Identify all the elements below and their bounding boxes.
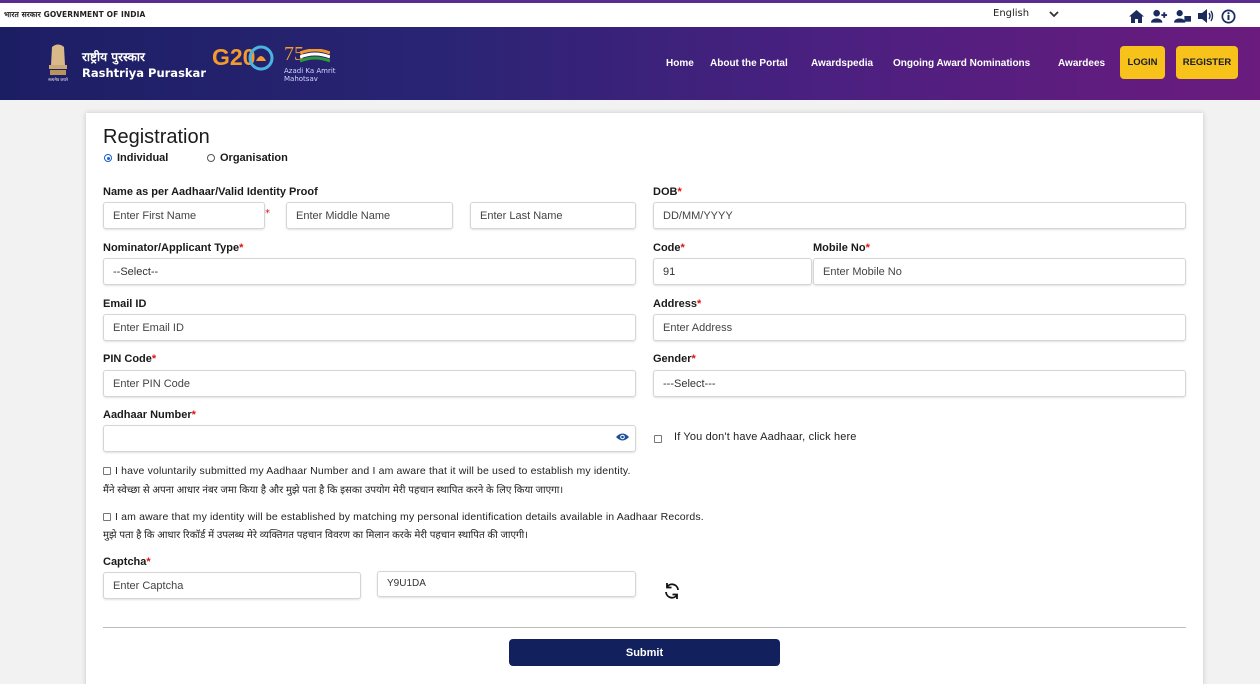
national-emblem-icon: सत्यमेव जयते: [48, 44, 69, 82]
aadhaar-input[interactable]: [103, 425, 636, 452]
consent-2-checkbox[interactable]: [103, 513, 111, 521]
brand-name-hindi: राष्ट्रीय पुरस्कार: [82, 50, 145, 64]
consent-2-hindi: मुझे पता है कि आधार रिकॉर्ड में उपलब्ध म…: [103, 530, 529, 541]
language-select[interactable]: English: [993, 8, 1029, 19]
address-input[interactable]: Enter Address: [653, 314, 1186, 341]
site-header: सत्यमेव जयते राष्ट्रीय पुरस्कार Rashtriy…: [0, 27, 1260, 100]
first-name-input[interactable]: Enter First Name: [103, 202, 265, 229]
consent-1-english: I have voluntarily submitted my Aadhaar …: [115, 465, 631, 477]
svg-text:सत्यमेव जयते: सत्यमेव जयते: [48, 77, 68, 82]
aadhaar-label: Aadhaar Number*: [103, 409, 196, 421]
code-label: Code*: [653, 242, 685, 254]
refresh-icon[interactable]: [663, 582, 681, 600]
radio-organisation[interactable]: Organisation: [207, 152, 288, 164]
email-input[interactable]: Enter Email ID: [103, 314, 636, 341]
eye-icon[interactable]: [616, 432, 629, 442]
consent-1-checkbox[interactable]: [103, 467, 111, 475]
no-aadhaar-checkbox[interactable]: [654, 435, 662, 443]
captcha-input[interactable]: Enter Captcha: [103, 572, 361, 599]
consent-1-hindi: मैंने स्वेच्छा से अपना आधार नंबर जमा किय…: [103, 485, 564, 496]
captcha-label: Captcha*: [103, 556, 151, 568]
radio-unselected-icon[interactable]: [207, 154, 215, 162]
gender-label: Gender*: [653, 353, 696, 365]
add-user-icon[interactable]: [1151, 8, 1168, 24]
pin-label: PIN Code*: [103, 353, 157, 365]
users-icon[interactable]: [1174, 8, 1191, 24]
azadi-flag-icon: [300, 49, 330, 63]
last-name-input[interactable]: Enter Last Name: [470, 202, 636, 229]
middle-name-input[interactable]: Enter Middle Name: [286, 202, 453, 229]
submit-button[interactable]: Submit: [509, 639, 780, 666]
nav-about-portal[interactable]: About the Portal: [710, 58, 788, 69]
nominator-label: Nominator/Applicant Type*: [103, 242, 244, 254]
register-button[interactable]: REGISTER: [1176, 46, 1238, 79]
radio-selected-icon[interactable]: [104, 154, 112, 162]
g20-globe-icon: [248, 45, 274, 71]
address-label: Address*: [653, 298, 702, 310]
captcha-code: Y9U1DA: [377, 571, 636, 597]
mobile-label: Mobile No*: [813, 242, 870, 254]
government-label: भारत सरकार GOVERNMENT OF INDIA: [4, 10, 146, 19]
brand-name-english: Rashtriya Puraskar: [82, 66, 206, 80]
dob-label: DOB*: [653, 186, 682, 198]
nav-ongoing-nominations[interactable]: Ongoing Award Nominations: [893, 58, 1030, 69]
required-mark: *: [265, 208, 270, 219]
email-label: Email ID: [103, 298, 147, 310]
login-button[interactable]: LOGIN: [1120, 46, 1165, 79]
radio-individual-label: Individual: [117, 152, 169, 164]
divider: [103, 627, 1186, 628]
nav-awardspedia[interactable]: Awardspedia: [811, 58, 873, 69]
radio-individual[interactable]: Individual: [104, 152, 168, 164]
speaker-icon[interactable]: [1197, 8, 1214, 24]
mobile-input[interactable]: Enter Mobile No: [813, 258, 1186, 285]
gender-select[interactable]: ---Select---: [653, 370, 1186, 397]
chevron-down-icon[interactable]: [1049, 9, 1059, 19]
no-aadhaar-link[interactable]: If You don't have Aadhaar, click here: [674, 431, 857, 443]
info-icon[interactable]: [1220, 8, 1237, 24]
consent-2-english: I am aware that my identity will be esta…: [115, 511, 704, 523]
accessibility-icons: [1128, 8, 1237, 24]
name-label: Name as per Aadhaar/Valid Identity Proof: [103, 186, 318, 198]
gov-strip: भारत सरकार GOVERNMENT OF INDIA English: [0, 0, 1260, 27]
nav-awardees[interactable]: Awardees: [1058, 58, 1105, 69]
home-icon[interactable]: [1128, 8, 1145, 24]
country-code-input[interactable]: 91: [653, 258, 812, 285]
page-title: Registration: [103, 126, 210, 148]
azadi-logo-text: Azadi Ka Amrit Mahotsav: [284, 67, 336, 83]
radio-organisation-label: Organisation: [220, 152, 288, 164]
nav-home[interactable]: Home: [666, 58, 694, 69]
dob-input[interactable]: DD/MM/YYYY: [653, 202, 1186, 229]
nominator-type-select[interactable]: --Select--: [103, 258, 636, 285]
pin-input[interactable]: Enter PIN Code: [103, 370, 636, 397]
